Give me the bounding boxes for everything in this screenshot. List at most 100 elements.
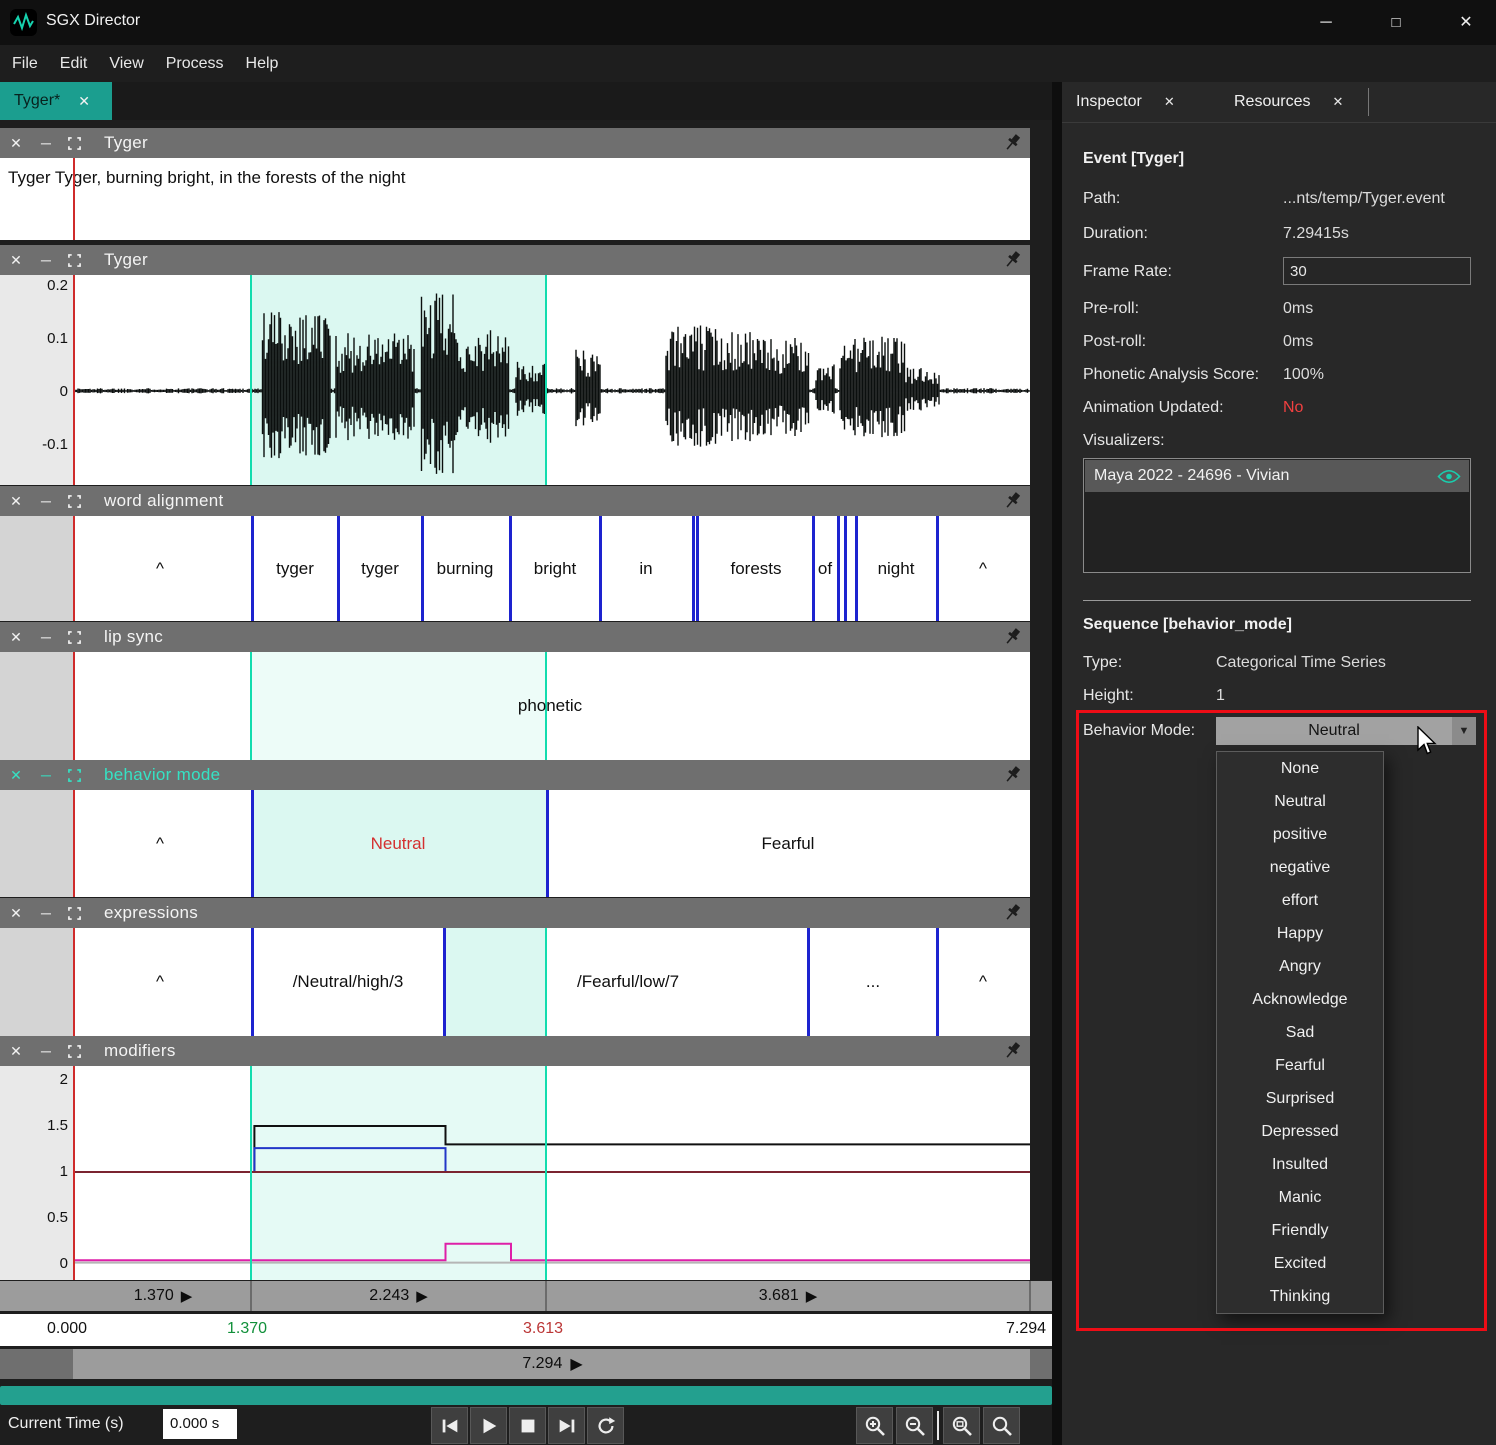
track-maximize-icon[interactable] [68,907,82,920]
dropdown-option-effort[interactable]: effort [1217,884,1383,917]
track-lip-sync-body[interactable]: phonetic [0,652,1030,760]
playhead[interactable] [73,652,75,760]
track-waveform-body[interactable]: 0.2 0.1 0 -0.1 [0,275,1030,485]
track-maximize-icon[interactable] [68,631,82,644]
segment-boundary[interactable] [855,516,858,621]
dropdown-option-negative[interactable]: negative [1217,851,1383,884]
segment-label[interactable]: ^ [156,834,164,854]
dropdown-option-happy[interactable]: Happy [1217,917,1383,950]
menu-file[interactable]: File [12,55,52,73]
current-time-field[interactable]: 0.000 s [163,1409,237,1439]
track-close-icon[interactable]: ✕ [9,622,23,652]
segment-boundary[interactable] [812,516,815,621]
behavior-mode-dropdown[interactable]: Neutral ▼ [1216,717,1476,745]
dropdown-option-friendly[interactable]: Friendly [1217,1214,1383,1247]
playhead[interactable] [73,275,75,485]
segment-boundary[interactable] [696,516,699,621]
segment-label[interactable]: tyger [276,559,314,579]
dropdown-option-depressed[interactable]: Depressed [1217,1115,1383,1148]
segment-label[interactable]: in [639,559,652,579]
extent-cap-right[interactable] [1030,1349,1052,1379]
playhead[interactable] [73,158,75,240]
track-maximize-icon[interactable] [68,495,82,508]
selection-start-line[interactable] [250,275,252,485]
track-pin-icon[interactable] [1004,627,1022,647]
tab-close-icon[interactable]: ✕ [78,93,90,110]
segment-boundary[interactable] [251,516,254,621]
segment-boundary[interactable] [251,790,254,897]
dropdown-option-fearful[interactable]: Fearful [1217,1049,1383,1082]
horizontal-scrollbar[interactable] [0,1386,1052,1405]
chevron-down-icon[interactable]: ▼ [1452,717,1476,745]
track-modifiers-body[interactable]: 2 1.5 1 0.5 0 [0,1066,1030,1280]
segment-label[interactable]: ... [866,972,880,992]
extent-bar[interactable]: 7.294 ▶ [0,1349,1052,1379]
track-close-icon[interactable]: ✕ [9,1036,23,1066]
track-pin-icon[interactable] [1004,133,1022,153]
track-close-icon[interactable]: ✕ [9,128,23,158]
selection-end-line[interactable] [545,275,547,485]
phonetic-label[interactable]: phonetic [518,696,582,716]
segment-boundary[interactable] [251,928,254,1036]
segment-label[interactable]: Fearful [762,834,815,854]
zoom-fit-icon[interactable] [983,1407,1020,1444]
window-close-button[interactable]: ✕ [1436,0,1496,45]
track-pin-icon[interactable] [1004,250,1022,270]
segment-boundary[interactable] [936,928,939,1036]
skip-to-start-button[interactable] [431,1407,468,1444]
segment-label[interactable]: /Neutral/high/3 [293,972,404,992]
track-maximize-icon[interactable] [68,137,82,150]
window-minimize-button[interactable]: ─ [1296,0,1356,45]
segment-label[interactable]: Neutral [371,834,426,854]
visualizer-item[interactable]: Maya 2022 - 24696 - Vivian [1085,460,1469,492]
time-ruler[interactable]: 0.000 1.370 3.613 7.294 [0,1314,1052,1346]
segment-label[interactable]: ^ [979,559,987,579]
segment-label[interactable]: ^ [156,972,164,992]
play-button[interactable] [470,1407,507,1444]
segment-label[interactable]: ^ [979,972,987,992]
panel-divider[interactable] [1052,82,1062,1445]
segment-play-icon[interactable]: ▶ [181,1287,193,1305]
track-behavior-mode-body[interactable]: ^ Neutral Fearful [0,790,1030,897]
track-maximize-icon[interactable] [68,254,82,267]
track-close-icon[interactable]: ✕ [9,760,23,790]
selection-region[interactable] [444,928,546,1036]
track-close-icon[interactable]: ✕ [9,486,23,516]
track-maximize-icon[interactable] [68,769,82,782]
frame-rate-input[interactable] [1283,257,1471,285]
segment-boundary[interactable] [936,516,939,621]
menu-help[interactable]: Help [246,55,293,73]
segment-label[interactable]: night [878,559,915,579]
segment-duration-2[interactable]: 2.243 ▶ [251,1281,546,1311]
track-minimize-icon[interactable]: ─ [39,245,53,275]
selection-start-line[interactable] [250,1066,252,1280]
track-pin-icon[interactable] [1004,903,1022,923]
track-pin-icon[interactable] [1004,1041,1022,1061]
track-minimize-icon[interactable]: ─ [39,622,53,652]
stop-button[interactable] [509,1407,546,1444]
track-minimize-icon[interactable]: ─ [39,486,53,516]
zoom-in-icon[interactable] [856,1407,893,1444]
skip-to-end-button[interactable] [548,1407,585,1444]
segment-label[interactable]: of [818,559,832,579]
playhead[interactable] [73,516,75,621]
dropdown-option-surprised[interactable]: Surprised [1217,1082,1383,1115]
track-word-alignment-body[interactable]: ^tygertygerburningbrightinforestsofnight… [0,516,1030,621]
menu-edit[interactable]: Edit [60,55,102,73]
segment-duration-3[interactable]: 3.681 ▶ [546,1281,1030,1311]
window-maximize-button[interactable]: □ [1366,0,1426,45]
tab-tyger[interactable]: Tyger* ✕ [0,82,112,120]
segment-boundary[interactable] [546,790,549,897]
dropdown-option-positive[interactable]: positive [1217,818,1383,851]
segment-boundary[interactable] [837,516,840,621]
zoom-to-selection-icon[interactable] [943,1407,980,1444]
track-maximize-icon[interactable] [68,1045,82,1058]
selection-region[interactable] [251,652,546,760]
loop-button[interactable] [587,1407,624,1444]
track-close-icon[interactable]: ✕ [9,898,23,928]
track-minimize-icon[interactable]: ─ [39,760,53,790]
menu-process[interactable]: Process [166,55,238,73]
dropdown-option-neutral[interactable]: Neutral [1217,785,1383,818]
segment-boundary[interactable] [844,516,847,621]
dropdown-option-insulted[interactable]: Insulted [1217,1148,1383,1181]
